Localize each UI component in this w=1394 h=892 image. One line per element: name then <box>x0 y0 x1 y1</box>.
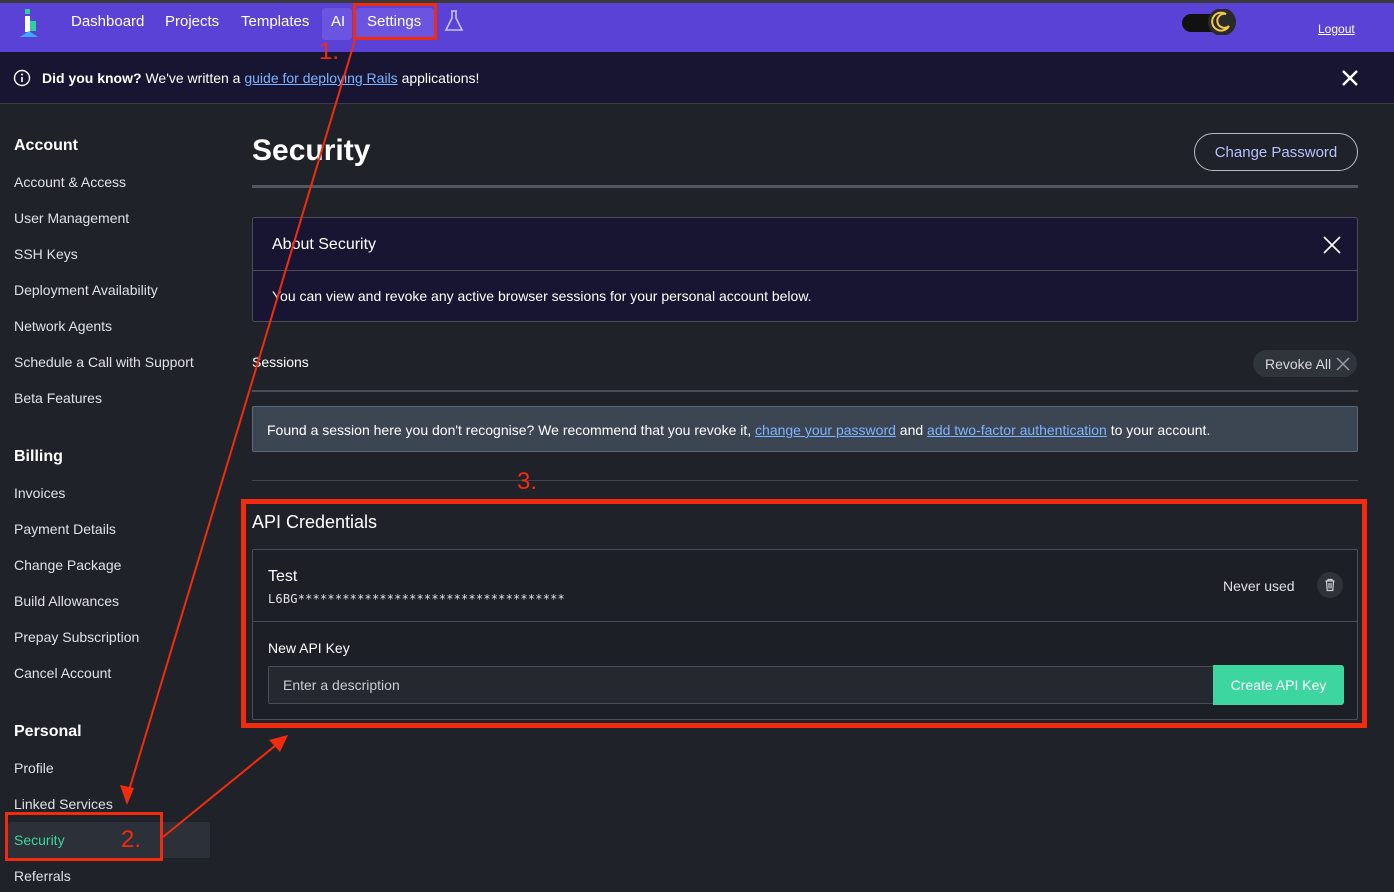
sidebar-heading-account: Account <box>14 137 78 154</box>
warning-text-3: to your account. <box>1106 422 1211 438</box>
sessions-label: Sessions <box>252 354 309 370</box>
about-security-title: About Security <box>272 236 377 253</box>
sidebar-item-invoices[interactable]: Invoices <box>14 485 65 501</box>
warning-text-1: Found a session here you don't recognise… <box>267 422 756 438</box>
two-factor-link[interactable]: add two-factor authentication <box>927 422 1107 438</box>
banner-text-before: We've written a <box>141 70 245 86</box>
sidebar-item-change-package[interactable]: Change Package <box>14 557 121 573</box>
sidebar-item-profile[interactable]: Profile <box>14 760 54 776</box>
info-banner: Did you know? We've written a guide for … <box>0 52 1394 104</box>
sidebar-item-build-allowances[interactable]: Build Allowances <box>14 593 119 609</box>
sidebar-item-linked-services[interactable]: Linked Services <box>14 796 113 812</box>
annotation-step-3: 3. <box>517 468 538 495</box>
logout-link[interactable]: Logout <box>1318 22 1355 36</box>
annotation-step-2: 2. <box>121 826 142 853</box>
app-logo-icon[interactable] <box>16 7 42 41</box>
nav-ai[interactable]: AI <box>331 13 345 30</box>
sidebar-item-account-access[interactable]: Account & Access <box>14 174 126 190</box>
sidebar-item-user-management[interactable]: User Management <box>14 210 129 226</box>
banner-text-after: applications! <box>397 70 480 86</box>
change-password-button[interactable]: Change Password <box>1194 133 1358 171</box>
sidebar-item-payment-details[interactable]: Payment Details <box>14 521 116 537</box>
sidebar-heading-billing: Billing <box>14 448 63 465</box>
theme-toggle[interactable] <box>1182 9 1238 35</box>
top-nav: Dashboard Projects Templates AI Settings… <box>0 0 1394 52</box>
arrow-head-security <box>120 785 134 805</box>
page-title: Security <box>252 134 371 167</box>
annotation-step-1: 1. <box>319 38 340 65</box>
sessions-divider <box>252 390 1358 392</box>
sidebar-item-schedule-call[interactable]: Schedule a Call with Support <box>14 354 194 370</box>
nav-templates[interactable]: Templates <box>241 13 309 30</box>
session-warning-text: Found a session here you don't recognise… <box>267 422 1210 438</box>
sidebar-item-deployment-availability[interactable]: Deployment Availability <box>14 282 158 298</box>
change-password-link[interactable]: change your password <box>755 422 896 438</box>
banner-text: Did you know? We've written a guide for … <box>42 70 479 86</box>
sidebar-item-ssh-keys[interactable]: SSH Keys <box>14 246 78 262</box>
flask-icon[interactable] <box>444 9 464 33</box>
sidebar-item-beta-features[interactable]: Beta Features <box>14 390 102 406</box>
close-icon <box>1336 357 1350 371</box>
about-security-header: About Security <box>253 218 1357 271</box>
warning-text-2: and <box>895 422 928 438</box>
about-security-panel: About Security You can view and revoke a… <box>252 217 1358 322</box>
close-icon[interactable] <box>1341 69 1359 87</box>
arrow-head-api <box>269 735 288 752</box>
sidebar-item-network-agents[interactable]: Network Agents <box>14 318 112 334</box>
title-divider <box>252 185 1358 188</box>
sidebar-item-cancel-account[interactable]: Cancel Account <box>14 665 111 681</box>
info-icon <box>13 69 31 87</box>
nav-projects[interactable]: Projects <box>165 13 219 30</box>
sidebar-heading-personal: Personal <box>14 723 82 740</box>
deploy-rails-guide-link[interactable]: guide for deploying Rails <box>244 70 397 86</box>
banner-lead: Did you know? <box>42 70 142 86</box>
annotation-box-api-credentials <box>241 499 1367 728</box>
session-warning: Found a session here you don't recognise… <box>252 406 1358 452</box>
nav-dashboard[interactable]: Dashboard <box>71 13 144 30</box>
close-icon[interactable] <box>1323 236 1341 254</box>
sidebar-item-prepay-subscription[interactable]: Prepay Subscription <box>14 629 139 645</box>
sidebar-item-referrals[interactable]: Referrals <box>14 868 71 884</box>
section-divider <box>252 480 1358 481</box>
about-security-body: You can view and revoke any active brows… <box>272 288 812 304</box>
annotation-box-settings <box>353 3 437 40</box>
